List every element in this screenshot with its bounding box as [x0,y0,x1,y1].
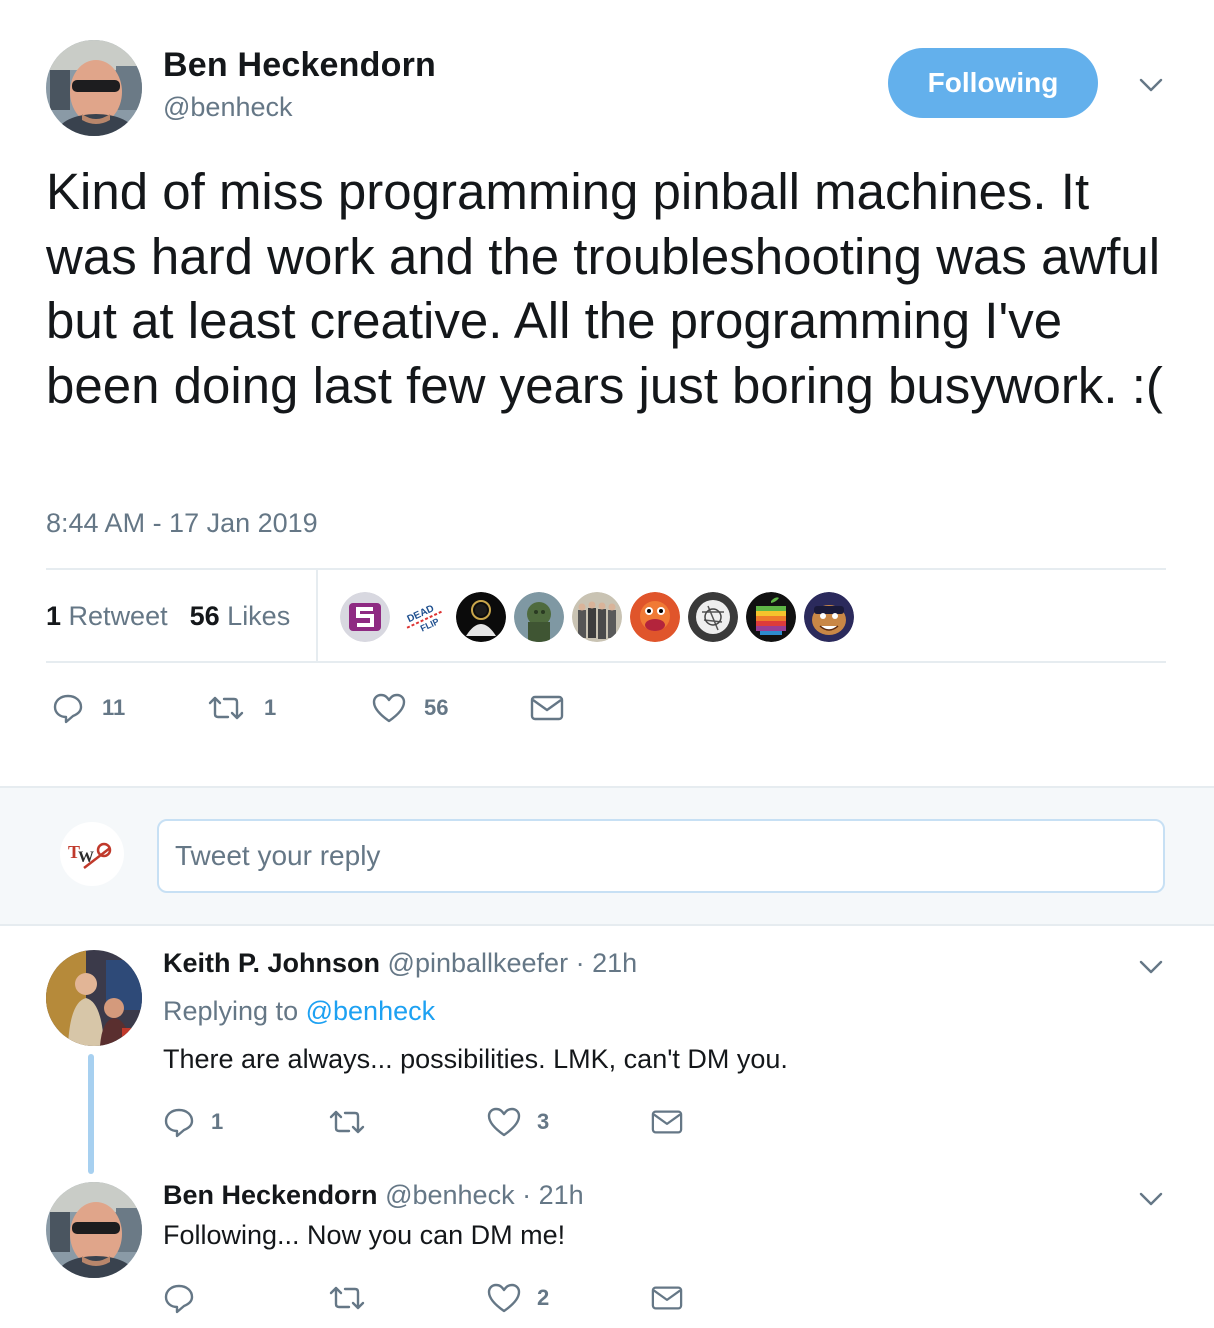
statue-avatar[interactable] [514,592,564,642]
author-handle[interactable]: @benheck [163,92,293,123]
group-photo-avatar[interactable] [572,592,622,642]
heart-icon[interactable] [372,693,406,723]
retweet-action[interactable] [327,1108,487,1136]
tweet-stats: 1 Retweet 56 Likes [46,572,312,660]
chevron-down-icon[interactable] [1138,954,1164,980]
reply-icon[interactable] [52,692,84,724]
reply-text: There are always... possibilities. LMK, … [163,1044,788,1074]
author-avatar[interactable] [46,40,142,136]
heart-icon [487,1107,521,1137]
reply-count: 11 [102,695,126,720]
retweet-action[interactable]: 1 [206,686,276,730]
chevron-down-icon[interactable] [1138,72,1164,98]
direct-message-action[interactable] [530,686,564,730]
likes-stat[interactable]: 56 Likes [190,601,291,632]
tweet-text: Kind of miss programming pinball machine… [46,163,1163,414]
heart-icon [487,1283,521,1313]
reply-action[interactable]: 1 [163,1106,283,1138]
reply-author-name[interactable]: Keith P. Johnson [163,948,380,978]
silhouette-avatar[interactable] [456,592,506,642]
replying-to-link[interactable]: @benheck [306,996,436,1026]
retweet-icon [329,1286,365,1310]
like-count: 3 [537,1109,550,1134]
reply-actions: 2 [163,1278,687,1318]
reply-text: Following... Now you can DM me! [163,1220,566,1250]
retweet-stat[interactable]: 1 Retweet [46,601,168,632]
like-action[interactable]: 3 [487,1107,647,1137]
replying-to: Replying to @benheck [163,996,436,1026]
like-count: 2 [537,1285,550,1310]
reply-count: 1 [211,1109,224,1134]
reply-author-handle[interactable]: @benheck [385,1180,515,1210]
like-action[interactable]: 2 [487,1283,647,1313]
retweet-icon [329,1110,365,1134]
reply-author-avatar[interactable] [46,1182,142,1278]
divider [46,568,1166,570]
retweet-count: 1 [264,695,277,720]
reply-time[interactable]: · 21h [576,948,638,978]
reply-icon [164,1284,194,1314]
reply-time[interactable]: · 21h [522,1180,584,1210]
reply-action[interactable]: 11 [52,686,125,730]
retweet-action[interactable] [327,1284,487,1312]
like-action[interactable]: 56 [372,686,448,730]
stats-separator [316,570,318,662]
chevron-down-icon[interactable] [1138,1186,1164,1212]
divider [46,661,1166,663]
reply-author-name[interactable]: Ben Heckendorn [163,1180,378,1210]
like-count: 56 [424,695,449,720]
reply-author-avatar[interactable] [46,950,142,1046]
reply-author-handle[interactable]: @pinballkeefer [388,948,569,978]
cartoon-face-avatar[interactable] [804,592,854,642]
sketch-avatar[interactable] [688,592,738,642]
rainbow-apple-avatar[interactable] [746,592,796,642]
author-name[interactable]: Ben Heckendorn [163,46,436,85]
muppet-avatar[interactable] [630,592,680,642]
current-user-avatar[interactable]: T W [60,822,124,886]
reply-icon [164,1108,194,1138]
reply-action[interactable] [163,1282,283,1314]
retweet-icon[interactable] [206,694,246,722]
reply-header: Ben Heckendorn @benheck · 21h [163,1180,584,1211]
following-button[interactable]: Following [888,48,1098,118]
envelope-icon[interactable] [530,695,564,721]
tweet-timestamp[interactable]: 8:44 AM - 17 Jan 2019 [46,508,318,539]
envelope-icon[interactable] [647,1109,687,1135]
liker-avatars: DEAD FLIP [340,592,862,642]
reply-header: Keith P. Johnson @pinballkeefer · 21h [163,948,637,979]
envelope-icon[interactable] [647,1285,687,1311]
s-logo-avatar[interactable] [340,592,390,642]
reply-input[interactable] [157,819,1165,893]
reply-actions: 1 3 [163,1102,687,1142]
thread-connector [88,1054,94,1174]
dead-flip-avatar[interactable]: DEAD FLIP [398,592,448,642]
